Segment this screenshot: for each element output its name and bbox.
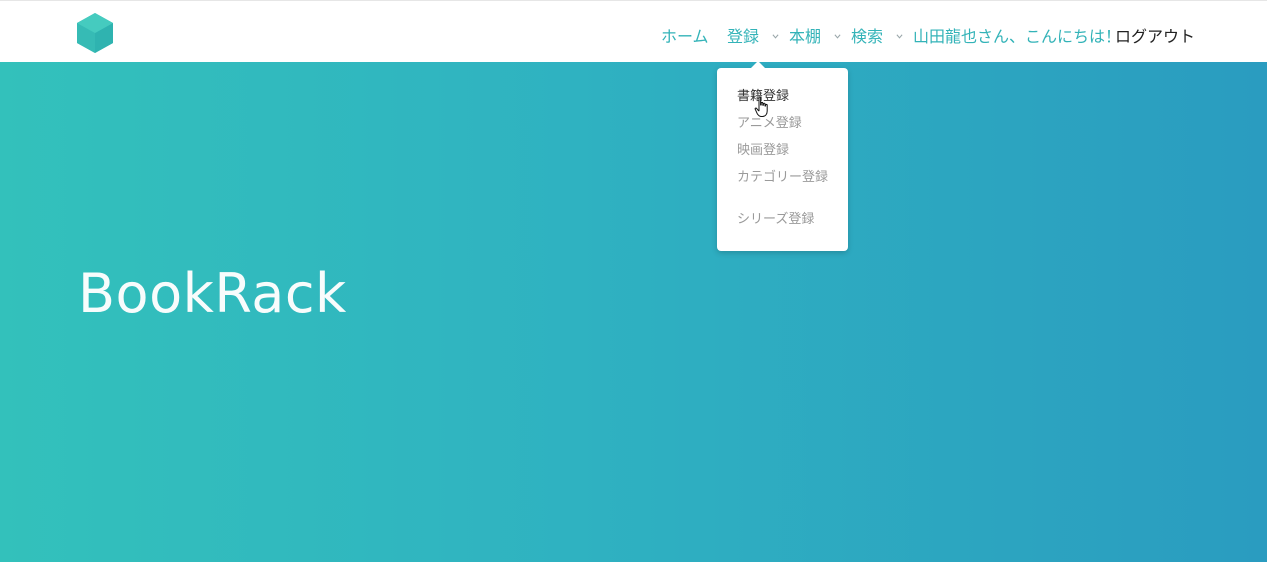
menu-item-series-register[interactable]: シリーズ登録: [737, 212, 833, 227]
register-dropdown-menu: 書籍登録 アニメ登録 映画登録 カテゴリー登録 シリーズ登録: [717, 68, 848, 251]
menu-item-movie-register[interactable]: 映画登録: [737, 143, 833, 158]
menu-item-anime-register[interactable]: アニメ登録: [737, 116, 833, 131]
hero-banner: BookRack: [0, 62, 1267, 562]
top-navbar: ホーム 登録 本棚 検索 山田龍也さん、こんにちは！ ログアウト: [0, 0, 1267, 62]
nav-bookshelf-label: 本棚: [789, 27, 822, 46]
nav-user-greeting[interactable]: 山田龍也さん、こんにちは！: [913, 23, 1121, 47]
hexagon-cube-logo-icon[interactable]: [76, 12, 114, 54]
menu-item-book-register[interactable]: 書籍登録: [737, 89, 833, 104]
dropdown-arrow: [751, 61, 765, 68]
hero-title: BookRack: [78, 262, 347, 325]
nav-search[interactable]: 検索: [851, 23, 903, 47]
nav-register[interactable]: 登録: [727, 23, 779, 47]
chevron-down-icon: [896, 34, 903, 39]
hand-pointer-cursor-icon: [754, 96, 768, 117]
page: ホーム 登録 本棚 検索 山田龍也さん、こんにちは！ ログアウト BookRac…: [0, 0, 1267, 562]
nav-bookshelf[interactable]: 本棚: [789, 23, 841, 47]
menu-item-category-register[interactable]: カテゴリー登録: [737, 170, 833, 185]
nav-home-label: ホーム: [661, 27, 709, 46]
nav-home[interactable]: ホーム: [661, 23, 709, 47]
user-greeting-label: 山田龍也さん、こんにちは！: [913, 27, 1122, 46]
nav-logout[interactable]: ログアウト: [1115, 23, 1195, 47]
chevron-down-icon: [772, 34, 779, 39]
chevron-down-icon: [834, 34, 841, 39]
nav-search-label: 検索: [851, 27, 884, 46]
logout-label: ログアウト: [1115, 27, 1196, 46]
nav-register-label: 登録: [727, 27, 760, 46]
